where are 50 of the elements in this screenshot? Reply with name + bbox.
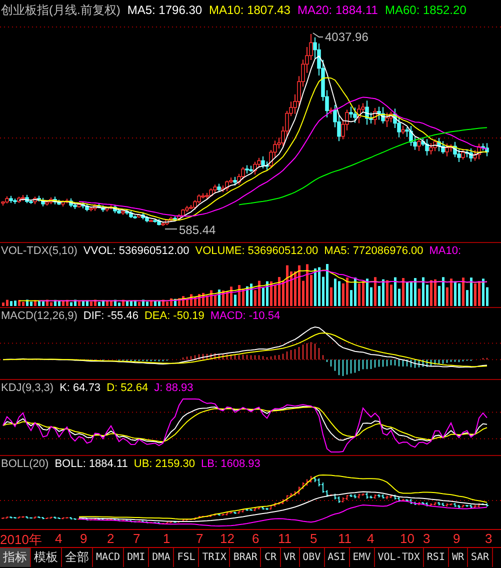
indicator-value: VOLUME: 536960512.00 <box>195 245 318 257</box>
price-label: 585.44 <box>179 223 216 237</box>
axis-label: 3 <box>485 531 492 546</box>
indicator-value: J: 88.93 <box>154 382 194 394</box>
indicator-value: MA10: <box>429 245 462 257</box>
indicator-tab[interactable]: VR <box>280 548 300 567</box>
axis-label: 3 <box>423 531 430 546</box>
indicator-value: BOLL: 1884.11 <box>54 458 128 470</box>
leader-line <box>164 228 178 230</box>
indicator-value: MA10: 1807.43 <box>209 3 290 17</box>
indicator-name: MACD(12,26,9) <box>1 310 78 322</box>
axis-label: 11 <box>338 531 352 546</box>
indicator-tab[interactable]: 指标 <box>0 548 31 567</box>
indicator-tab[interactable]: MACD <box>93 548 124 567</box>
indicator-tab[interactable]: 模板 <box>31 548 62 567</box>
indicator-value: MA60: 1852.20 <box>384 3 466 17</box>
leader-line <box>312 32 324 38</box>
indicator-value: K: 64.73 <box>60 382 101 394</box>
indicator-name: 创业板指(月线.前复权) <box>1 2 120 18</box>
axis-label: 5 <box>310 531 318 546</box>
indicator-value: MACD: -10.54 <box>210 310 280 322</box>
axis-label: 9 <box>80 531 88 546</box>
indicator-value: UB: 2159.30 <box>134 458 196 470</box>
axis-label: 10 <box>400 531 414 546</box>
indicator-name: VOL-TDX(5,10) <box>1 245 78 257</box>
axis-label: 6 <box>252 531 260 546</box>
indicator-value: VVOL: 536960512.00 <box>83 245 190 257</box>
axis-label: 7 <box>196 531 204 546</box>
indicator-value: MA20: 1884.11 <box>297 3 378 17</box>
price-label: 4037.96 <box>325 30 368 44</box>
axis-label: 2 <box>107 531 114 546</box>
indicator-value: MA5: 772086976.00 <box>324 245 424 257</box>
axis-label: 2010年 <box>0 531 42 549</box>
axis-label: 4 <box>367 531 374 546</box>
indicator-name: BOLL(20) <box>1 458 49 470</box>
axis-label: 12 <box>220 531 234 546</box>
indicator-value: D: 52.64 <box>106 382 148 394</box>
indicator-tab[interactable]: 全部 <box>62 548 93 567</box>
axis-label: 11 <box>278 531 292 546</box>
indicator-tab[interactable]: ASI <box>324 548 350 567</box>
indicator-value: LB: 1608.93 <box>201 458 260 470</box>
axis-label: 4 <box>55 531 62 546</box>
indicator-value: MA5: 1796.30 <box>127 3 202 17</box>
indicator-name: KDJ(9,3,3) <box>1 382 54 394</box>
axis-label: 7 <box>133 531 140 546</box>
indicator-value: DEA: -50.19 <box>144 310 204 322</box>
indicator-value: DIF: -55.46 <box>83 310 138 322</box>
indicator-tab[interactable]: TRIX <box>199 548 230 567</box>
axis-label: 1 <box>163 531 170 546</box>
axis-label: 9 <box>453 531 460 546</box>
